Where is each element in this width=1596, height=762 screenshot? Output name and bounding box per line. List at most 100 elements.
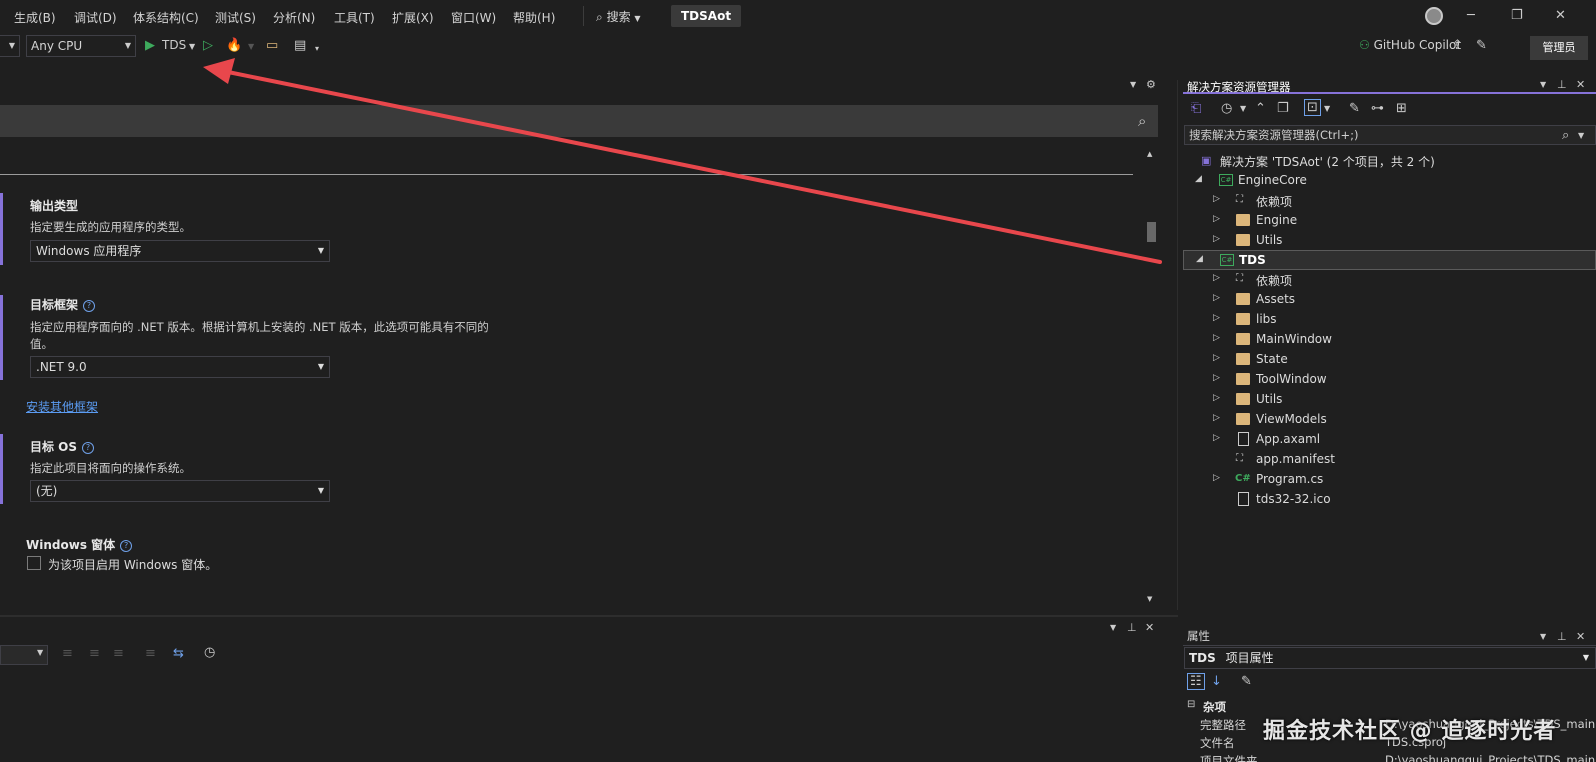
wrench-icon[interactable]: ✎ <box>1349 101 1360 116</box>
chevron-down-icon[interactable]: ▼ <box>1324 104 1330 113</box>
expanded-arrow-icon[interactable]: ◢ <box>1195 174 1202 184</box>
tree-row-enginecore[interactable]: ◢ C# EngineCore <box>1183 171 1596 191</box>
start-without-debug-icon[interactable]: ▷ <box>203 38 213 53</box>
collapsed-arrow-icon[interactable]: ▷ <box>1213 313 1220 323</box>
tree-row-folder[interactable]: ▷ MainWindow <box>1183 330 1596 350</box>
start-icon[interactable]: ▶ <box>145 38 155 53</box>
collapsed-arrow-icon[interactable]: ▷ <box>1213 234 1220 244</box>
tree-row-folder[interactable]: ▷ Utils <box>1183 231 1596 251</box>
feedback-icon[interactable]: ✎ <box>1476 38 1487 53</box>
chevron-down-icon[interactable]: ▼ <box>248 42 254 51</box>
winforms-checkbox[interactable] <box>27 556 41 570</box>
chevron-down-icon[interactable]: ▼ <box>1110 623 1116 632</box>
collapsed-arrow-icon[interactable]: ▷ <box>1213 273 1220 283</box>
chevron-down-icon[interactable]: ▼ <box>1578 131 1584 140</box>
search-icon[interactable]: ⌕ <box>1138 112 1146 130</box>
property-name[interactable]: 文件名 <box>1200 735 1235 751</box>
tree-row-folder[interactable]: ▷ libs <box>1183 310 1596 330</box>
tree-row-file[interactable]: ⛶ app.manifest <box>1183 450 1596 470</box>
categorized-icon[interactable]: ☷ <box>1187 673 1205 690</box>
menu-extensions[interactable]: 扩展(X) <box>392 9 434 26</box>
help-icon[interactable]: ? <box>120 540 133 552</box>
open-folder-icon[interactable]: ▭ <box>266 38 278 53</box>
menu-analyze[interactable]: 分析(N) <box>273 9 315 26</box>
chevron-down-icon[interactable]: ▼ <box>1130 80 1136 89</box>
close-icon[interactable]: ✕ <box>1555 8 1566 23</box>
target-framework-select[interactable]: .NET 9.0 ▼ <box>30 356 330 378</box>
scroll-down-icon[interactable]: ▼ <box>1147 595 1152 603</box>
collapsed-arrow-icon[interactable]: ▷ <box>1213 194 1220 204</box>
collapsed-arrow-icon[interactable]: ▷ <box>1213 333 1220 343</box>
property-pages-icon[interactable]: ✎ <box>1241 674 1252 689</box>
properties-object-select[interactable]: TDS 项目属性 ▼ <box>1184 647 1596 669</box>
collapse-all-icon[interactable]: ⌃ <box>1255 101 1266 116</box>
minimize-icon[interactable]: ─ <box>1467 8 1475 23</box>
install-framework-link[interactable]: 安装其他框架 <box>26 398 98 415</box>
menu-debug[interactable]: 调试(D) <box>74 9 117 26</box>
tree-row-folder[interactable]: ▷ Assets <box>1183 290 1596 310</box>
property-value[interactable]: D:\yaoshuangqui_Projects\TDS_main <box>1385 753 1595 762</box>
menu-tools[interactable]: 工具(T) <box>334 9 375 26</box>
tree-row-folder[interactable]: ▷ Utils <box>1183 390 1596 410</box>
collapsed-arrow-icon[interactable]: ▷ <box>1213 293 1220 303</box>
alphabetical-icon[interactable]: ↓ <box>1211 674 1222 689</box>
properties-search-input[interactable] <box>0 105 1158 137</box>
help-icon[interactable]: ? <box>83 300 96 312</box>
help-icon[interactable]: ? <box>82 442 95 454</box>
share-icon[interactable]: ⇪ <box>1452 38 1463 53</box>
copilot-button[interactable]: ⚇ GitHub Copilot <box>1359 38 1461 52</box>
tree-row-folder[interactable]: ▷ Engine <box>1183 211 1596 231</box>
hot-reload-icon[interactable]: 🔥 <box>226 38 242 53</box>
clock-icon[interactable]: ◷ <box>204 645 215 660</box>
pin-icon[interactable]: ⊥ <box>1127 621 1137 634</box>
tree-row-folder[interactable]: ▷ ViewModels <box>1183 410 1596 430</box>
property-name[interactable]: 完整路径 <box>1200 717 1246 733</box>
history-icon[interactable]: ◷ <box>1221 101 1232 116</box>
output-type-select[interactable]: Windows 应用程序 ▼ <box>30 240 330 262</box>
close-icon[interactable]: ✕ <box>1576 78 1585 91</box>
collapsed-arrow-icon[interactable]: ▷ <box>1213 373 1220 383</box>
prev-message-icon[interactable]: ≡ <box>89 646 100 661</box>
solution-search-input[interactable]: 搜索解决方案资源管理器(Ctrl+;) <box>1184 125 1596 145</box>
tree-row-file[interactable]: ▷ App.axaml <box>1183 430 1596 450</box>
collapsed-arrow-icon[interactable]: ▷ <box>1213 433 1220 443</box>
chevron-down-icon[interactable]: ▼ <box>1540 632 1546 641</box>
pin-icon[interactable]: ⊥ <box>1557 78 1567 91</box>
config-combo[interactable]: ▼ <box>0 35 20 57</box>
switch-views-icon[interactable]: ⎗ <box>1191 101 1201 116</box>
collapse-category-icon[interactable]: ⊟ <box>1187 699 1195 710</box>
tree-row-solution[interactable]: ▣ 解决方案 'TDSAot' (2 个项目，共 2 个) <box>1183 151 1596 171</box>
tree-row-folder[interactable]: ▷ ToolWindow <box>1183 370 1596 390</box>
tree-row-tds-selected[interactable]: ◢ C# TDS <box>1183 250 1596 270</box>
close-icon[interactable]: ✕ <box>1145 621 1154 634</box>
tree-row-dependencies[interactable]: ▷ ⛶ 依赖项 <box>1183 191 1596 211</box>
toolbar-overflow-icon[interactable]: ▾ <box>315 44 319 53</box>
collapsed-arrow-icon[interactable]: ▷ <box>1213 473 1220 483</box>
property-name[interactable]: 项目文件夹 <box>1200 753 1258 762</box>
menu-help[interactable]: 帮助(H) <box>513 9 555 26</box>
menu-build[interactable]: 生成(B) <box>14 9 56 26</box>
menu-architecture[interactable]: 体系结构(C) <box>133 9 199 26</box>
tree-row-dependencies[interactable]: ▷ ⛶ 依赖项 <box>1183 270 1596 290</box>
collapsed-arrow-icon[interactable]: ▷ <box>1213 393 1220 403</box>
clear-all-icon[interactable]: ≡ <box>145 646 156 661</box>
gear-icon[interactable]: ⚙ <box>1146 78 1156 91</box>
chevron-down-icon[interactable]: ▼ <box>189 42 195 51</box>
pin-icon[interactable]: ⊥ <box>1557 630 1567 643</box>
target-os-select[interactable]: (无) ▼ <box>30 480 330 502</box>
menu-window[interactable]: 窗口(W) <box>451 9 496 26</box>
platform-combo[interactable]: Any CPU ▼ <box>26 35 136 57</box>
scrollbar[interactable] <box>1145 150 1158 605</box>
winforms-checkbox-label[interactable]: 为该项目启用 Windows 窗体。 <box>48 556 217 573</box>
chevron-down-icon[interactable]: ▼ <box>1240 104 1246 113</box>
sync-active-icon[interactable]: ⊡ <box>1304 99 1321 116</box>
menu-test[interactable]: 测试(S) <box>215 9 256 26</box>
scrollbar-thumb[interactable] <box>1147 222 1156 242</box>
window-layout-icon[interactable]: ▤ <box>294 38 306 53</box>
collapsed-arrow-icon[interactable]: ▷ <box>1213 353 1220 363</box>
tree-row-file[interactable]: tds32-32.ico <box>1183 490 1596 510</box>
diagram-icon[interactable]: ⊞ <box>1396 101 1407 116</box>
preview-icon[interactable]: ⊶ <box>1371 101 1384 116</box>
avatar[interactable] <box>1425 7 1443 25</box>
close-icon[interactable]: ✕ <box>1576 630 1585 643</box>
